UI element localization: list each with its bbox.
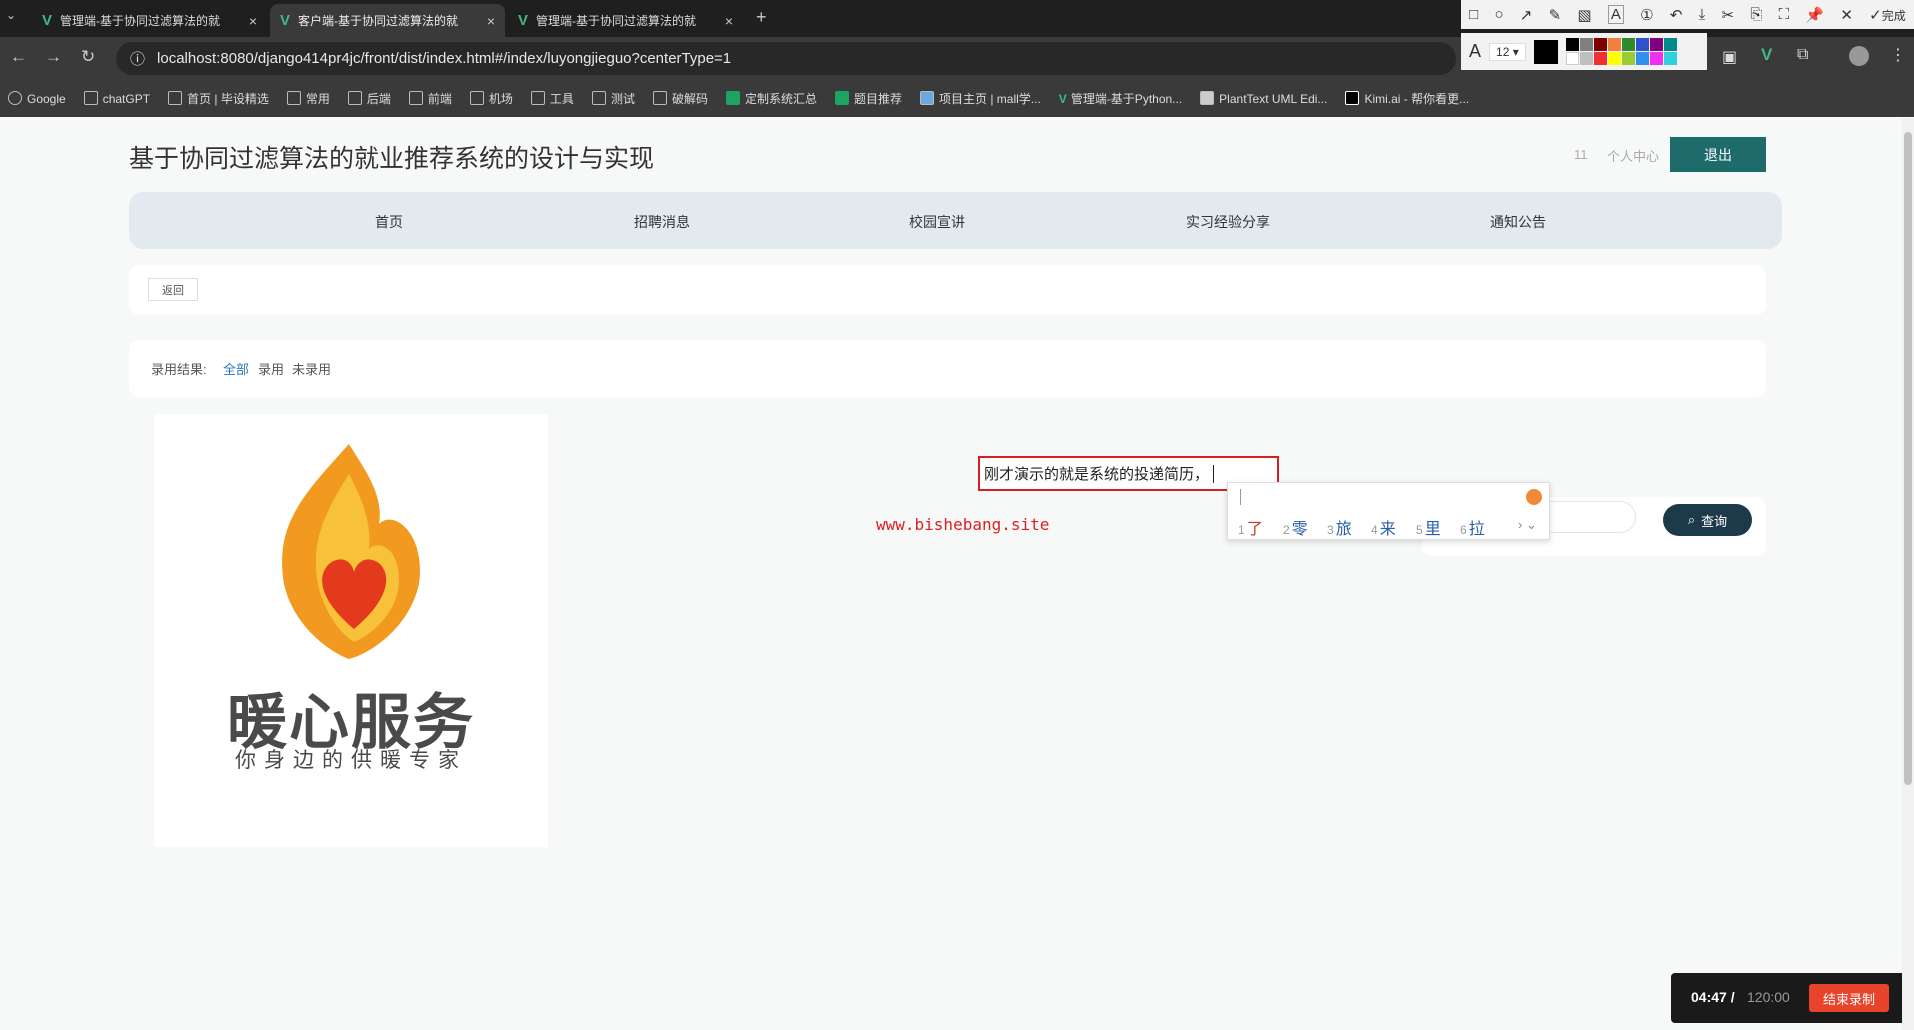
close-tab-icon[interactable]: × (725, 13, 733, 29)
undo-icon[interactable]: ↶ (1670, 6, 1683, 24)
color-palette[interactable] (1565, 38, 1677, 65)
menu-icon[interactable]: ⋮ (1890, 45, 1906, 65)
pin-icon[interactable]: 📌 (1805, 6, 1824, 24)
profile-avatar[interactable] (1849, 46, 1869, 66)
personal-center-link[interactable]: 个人中心 (1607, 146, 1659, 165)
vue-icon: V (518, 12, 529, 29)
site-title: 基于协同过滤算法的就业推荐系统的设计与实现 (129, 145, 655, 173)
ime-candidate[interactable]: 4来 (1371, 515, 1396, 539)
scrollbar-thumb[interactable] (1904, 132, 1912, 785)
nav-home[interactable]: 首页 (375, 212, 403, 232)
filter-label: 录用结果: (151, 362, 207, 377)
bookmark[interactable]: 定制系统汇总 (725, 90, 817, 107)
extension-icon[interactable]: ▣ (1722, 47, 1737, 67)
recording-elapsed: 04:47 / (1691, 989, 1735, 1005)
ime-candidate[interactable]: 1了 (1238, 515, 1263, 539)
vue-devtools-icon[interactable]: V (1761, 45, 1772, 65)
bookmark-folder[interactable]: 常用 (286, 90, 330, 107)
ime-candidate[interactable]: 2零 (1283, 515, 1308, 539)
recording-widget: 04:47 / 120:00 结束录制 (1671, 973, 1907, 1023)
ime-candidate-window: 1了 2零 3旅 4来 5里 6拉 › ⌄ (1227, 482, 1550, 540)
bookmark[interactable]: Google (8, 91, 66, 106)
watermark: www.bishebang.site (876, 515, 1050, 534)
nav-internship-sharing[interactable]: 实习经验分享 (1186, 212, 1270, 232)
bookmark-folder[interactable]: 后端 (347, 90, 391, 107)
tab-admin-2[interactable]: V 管理端-基于协同过滤算法的就 × (508, 4, 743, 37)
vue-icon: V (42, 12, 53, 29)
site-info-icon[interactable]: ⓘ (130, 48, 145, 69)
bookmark[interactable]: Kimi.ai - 帮你看更... (1345, 90, 1469, 107)
reload-icon[interactable]: ↻ (81, 47, 95, 67)
bookmark[interactable]: 题目推荐 (834, 90, 902, 107)
ocr-icon[interactable]: ⎘ (1750, 6, 1762, 23)
mosaic-tool-icon[interactable]: ▧ (1577, 6, 1591, 24)
close-tab-icon[interactable]: × (487, 13, 495, 29)
new-tab-button[interactable]: + (756, 7, 767, 28)
nav-notices[interactable]: 通知公告 (1490, 212, 1546, 232)
bookmark-folder[interactable]: 测试 (591, 90, 635, 107)
bookmarks-bar: Google chatGPT 首页 | 毕设精选 常用 后端 前端 机场 工具 … (0, 80, 1914, 117)
ime-next-page-icon[interactable]: › ⌄ (1518, 517, 1537, 533)
stop-recording-button[interactable]: 结束录制 (1809, 984, 1889, 1012)
ime-candidate[interactable]: 6拉 (1460, 515, 1485, 539)
page-scrollbar[interactable] (1902, 118, 1914, 1030)
close-icon[interactable]: ✕ (1840, 6, 1853, 24)
bookmark-folder[interactable]: 破解码 (652, 90, 708, 107)
download-icon[interactable]: ⤓ (1699, 6, 1706, 23)
font-icon: A (1469, 41, 1482, 61)
back-button[interactable]: 返回 (148, 278, 198, 301)
filter-not-hired[interactable]: 未录用 (292, 359, 331, 378)
bookmark[interactable]: 项目主页 | mall学... (920, 90, 1041, 107)
back-icon[interactable]: ← (10, 47, 27, 67)
font-size-select[interactable]: 12 ▾ (1489, 42, 1526, 61)
username: 11 (1574, 147, 1588, 162)
text-cursor (1213, 464, 1215, 483)
bookmark[interactable]: PlantText UML Edi... (1200, 91, 1327, 106)
tab-list-chevron-icon[interactable]: ⌄ (6, 8, 16, 22)
logout-button[interactable]: 退出 (1670, 137, 1766, 172)
ime-logo-icon[interactable] (1526, 489, 1542, 505)
logo-slogan: 你身边的供暖专家 (235, 749, 467, 772)
query-button[interactable]: ⌕ 查询 (1663, 504, 1752, 536)
filter-all[interactable]: 全部 (223, 359, 249, 378)
snip-text-options: A 12 ▾ (1461, 33, 1707, 70)
nav-campus-talks[interactable]: 校园宣讲 (909, 212, 965, 232)
recording-total: 120:00 (1747, 989, 1790, 1005)
bookmark[interactable]: V 管理端-基于Python... (1059, 90, 1182, 107)
tab-client[interactable]: V 客户端-基于协同过滤算法的就 × (270, 4, 505, 37)
bookmark[interactable]: chatGPT (83, 91, 150, 106)
back-panel: 返回 (129, 265, 1766, 315)
bookmark-folder[interactable]: 机场 (469, 90, 513, 107)
nav-jobs[interactable]: 招聘消息 (634, 212, 690, 232)
url-input[interactable]: ⓘ localhost:8080/django414pr4jc/front/dis… (116, 42, 1456, 75)
bookmark-folder[interactable]: 工具 (530, 90, 574, 107)
search-icon: ⌕ (1687, 512, 1696, 527)
tab-admin-1[interactable]: V 管理端-基于协同过滤算法的就 × (32, 4, 267, 37)
close-tab-icon[interactable]: × (249, 13, 257, 29)
filter-hired[interactable]: 录用 (258, 359, 284, 378)
snip-toolbar: □ ○ ↗ ✎ ▧ A ① ↶ ⤓ ✂ ⎘ ⛶ 📌 ✕ ✓完成 (1461, 0, 1914, 29)
arrow-tool-icon[interactable]: ↗ (1520, 6, 1533, 24)
done-button[interactable]: ✓完成 (1869, 6, 1906, 24)
cut-icon[interactable]: ✂ (1722, 6, 1735, 24)
result-filter: 录用结果: 全部 录用 未录用 (129, 340, 1766, 397)
pen-tool-icon[interactable]: ✎ (1549, 6, 1562, 24)
current-color-swatch[interactable] (1533, 39, 1558, 64)
vue-icon: V (280, 12, 291, 29)
bookmark[interactable]: 首页 | 毕设精选 (168, 90, 269, 107)
ime-caret (1240, 489, 1241, 505)
forward-icon[interactable]: → (45, 47, 62, 67)
rectangle-tool-icon[interactable]: □ (1469, 6, 1478, 23)
number-tool-icon[interactable]: ① (1640, 6, 1653, 24)
fullscreen-icon[interactable]: ⛶ (1779, 6, 1790, 23)
logo-card[interactable]: 暖心服务 你身边的供暖专家 (154, 414, 548, 847)
extensions-puzzle-icon[interactable]: ⧉ (1797, 46, 1808, 64)
ellipse-tool-icon[interactable]: ○ (1494, 6, 1503, 23)
ime-candidate[interactable]: 3旅 (1327, 515, 1352, 539)
bookmark-folder[interactable]: 前端 (408, 90, 452, 107)
ime-candidate[interactable]: 5里 (1416, 515, 1441, 539)
text-tool-icon[interactable]: A (1607, 5, 1624, 24)
main-nav: 首页 招聘消息 校园宣讲 实习经验分享 通知公告 (129, 192, 1782, 249)
flame-heart-logo (282, 444, 420, 659)
